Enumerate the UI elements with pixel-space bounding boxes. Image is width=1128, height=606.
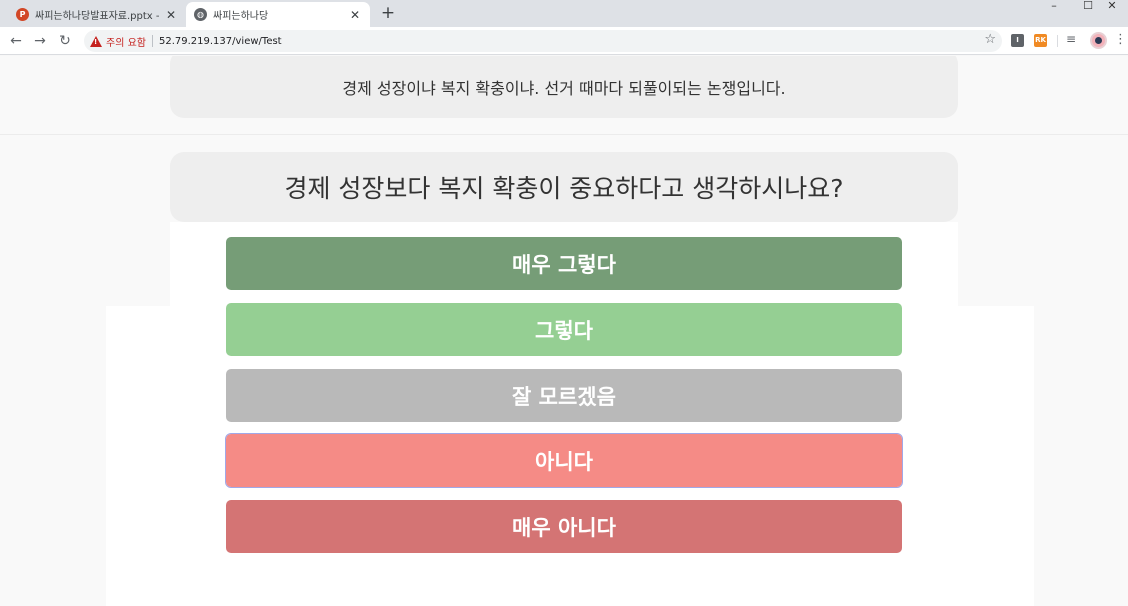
forward-arrow-icon[interactable]: → — [30, 31, 50, 51]
globe-icon: ◍ — [194, 8, 207, 21]
toolbar-divider — [1057, 35, 1058, 47]
answer-disagree-button[interactable]: 아니다 — [225, 433, 903, 488]
reload-icon[interactable]: ↻ — [55, 31, 75, 51]
minimize-button[interactable]: – — [1036, 0, 1072, 12]
warning-icon — [90, 35, 102, 47]
back-arrow-icon[interactable]: ← — [6, 31, 26, 51]
background-divider — [0, 134, 1128, 135]
url-text[interactable]: 52.79.219.137/view/Test — [159, 36, 282, 47]
tab-title: 싸피는하나당발표자료.pptx - Mi — [35, 11, 160, 22]
answer-not-sure-button[interactable]: 잘 모르겠음 — [226, 369, 902, 422]
page-content: 경제 성장이냐 복지 확충이냐. 선거 때마다 되풀이되는 논쟁입니다. 경제 … — [0, 56, 1128, 606]
close-window-button[interactable]: ✕ — [1094, 0, 1128, 12]
tab-strip: P 싸피는하나당발표자료.pptx - Mi ✕ ◍ 싸피는하나당 ✕ + – … — [0, 0, 1128, 27]
tab-title: 싸피는하나당 — [213, 11, 269, 22]
tab-presentation[interactable]: P 싸피는하나당발표자료.pptx - Mi ✕ — [8, 2, 186, 27]
answer-agree-button[interactable]: 그렇다 — [226, 303, 902, 356]
close-tab-icon[interactable]: ✕ — [348, 8, 362, 22]
security-label[interactable]: 주의 요함 — [106, 34, 146, 49]
browser-toolbar: ← → ↻ 주의 요함 52.79.219.137/view/Test ☆ I … — [0, 27, 1128, 55]
answer-list: 매우 그렇다 그렇다 잘 모르겠음 아니다 매우 아니다 — [170, 222, 958, 606]
question-text: 경제 성장보다 복지 확충이 중요하다고 생각하시나요? — [284, 174, 844, 203]
powerpoint-icon: P — [16, 8, 29, 21]
media-queue-icon[interactable]: ≡ — [1066, 32, 1076, 46]
tab-active-page[interactable]: ◍ 싸피는하나당 ✕ — [186, 2, 370, 27]
avatar[interactable] — [1090, 32, 1107, 49]
answer-strongly-disagree-button[interactable]: 매우 아니다 — [226, 500, 902, 553]
omnibox-divider — [151, 35, 153, 47]
address-bar[interactable]: 주의 요함 52.79.219.137/view/Test ☆ — [84, 30, 1002, 52]
extension-icon[interactable]: I — [1011, 34, 1024, 47]
answer-strongly-agree-button[interactable]: 매우 그렇다 — [226, 237, 902, 290]
context-card: 경제 성장이냐 복지 확충이냐. 선거 때마다 되풀이되는 논쟁입니다. — [170, 56, 958, 118]
more-menu-icon[interactable]: ⋮ — [1114, 32, 1127, 47]
close-tab-icon[interactable]: ✕ — [164, 8, 178, 22]
new-tab-button[interactable]: + — [378, 3, 398, 23]
question-card: 경제 성장보다 복지 확충이 중요하다고 생각하시나요? — [170, 152, 958, 222]
context-text: 경제 성장이냐 복지 확충이냐. 선거 때마다 되풀이되는 논쟁입니다. — [342, 79, 786, 98]
bookmark-star-icon[interactable]: ☆ — [984, 32, 996, 47]
extension-icon[interactable]: RK — [1034, 34, 1047, 47]
